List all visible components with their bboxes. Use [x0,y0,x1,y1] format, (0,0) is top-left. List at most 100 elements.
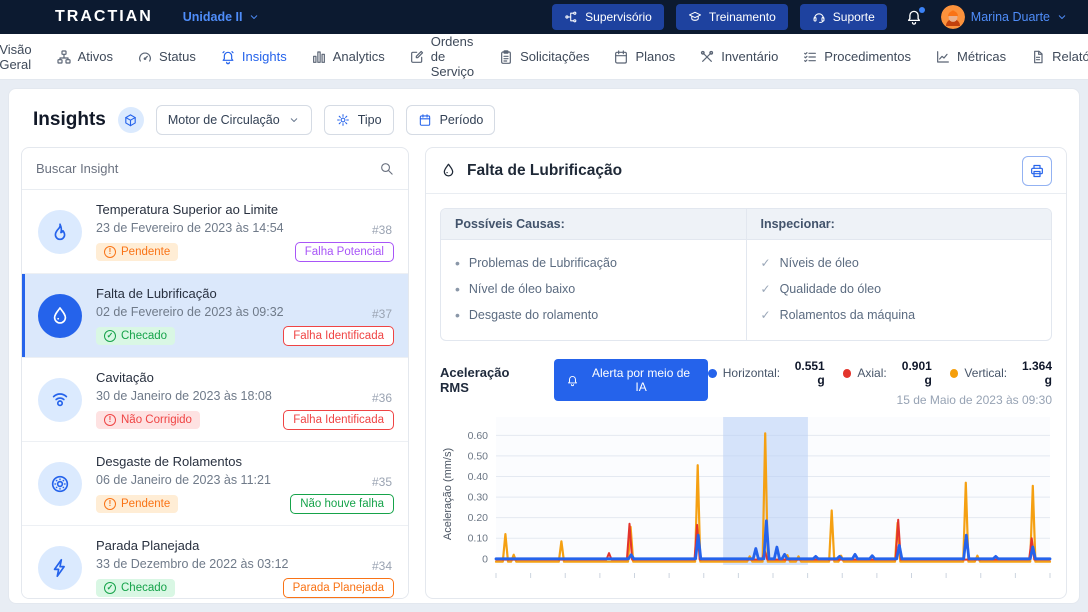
check-icon: ✓ [104,582,116,594]
nav-item-ativos[interactable]: Ativos [56,49,113,65]
insight-item-cavitacao[interactable]: Cavitação 30 de Janeiro de 2023 às 18:08… [22,358,408,442]
ai-alert-button[interactable]: Alerta por meio de IA [554,359,708,401]
edit-icon [409,49,425,65]
svg-text:0.10: 0.10 [468,533,489,545]
insight-number: #35 [372,475,392,489]
chevron-down-icon [248,11,260,23]
hierarchy-icon [56,49,72,65]
cause-item: •Problemas de Lubrificação [455,250,732,276]
print-button[interactable] [1022,156,1052,186]
notification-dot [919,7,925,13]
insight-date: 06 de Janeiro de 2023 às 11:21 [96,473,394,487]
alarm-bell-icon [220,49,236,65]
unit-selector[interactable]: Unidade II [183,10,260,24]
legend-axial: Axial:0.901 g [843,359,932,387]
insight-item-rolamentos[interactable]: Desgaste de Rolamentos 06 de Janeiro de … [22,442,408,526]
treinamento-button[interactable]: Treinamento [676,4,788,30]
fault-tag: Não houve falha [290,494,394,514]
insight-icon-wrap [38,462,82,506]
cause-item: •Desgaste do rolamento [455,302,732,328]
status-badge: !Pendente [96,495,178,513]
user-name: Marina Duarte [971,10,1050,24]
causes-header: Possíveis Causas: [441,209,747,239]
bar-chart-icon [311,49,327,65]
notifications-button[interactable] [905,8,923,26]
period-filter-button[interactable]: Período [406,105,496,135]
cause-item: •Nível de óleo baixo [455,276,732,302]
suporte-button[interactable]: Suporte [800,4,887,30]
user-menu[interactable]: Marina Duarte [941,5,1068,29]
search-icon[interactable] [379,161,394,176]
causes-inspect-table: Possíveis Causas: Inspecionar: •Problema… [440,208,1052,341]
suporte-label: Suporte [833,10,875,24]
insight-icon-wrap [38,378,82,422]
inspect-item: ✓Rolamentos da máquina [761,302,1038,328]
bell-icon [566,374,579,387]
header-actions: Supervisório Treinamento Suporte Marina … [552,4,1068,30]
flame-icon [49,221,71,243]
fault-tag: Parada Planejada [283,578,394,598]
status-badge: !Pendente [96,243,178,261]
rms-chart[interactable]: 0.600.500.400.300.200.100Aceleração (mm/… [440,415,1056,585]
inspect-item: ✓Níveis de óleo [761,250,1038,276]
svg-text:0.50: 0.50 [468,450,489,462]
insight-title: Parada Planejada [96,538,394,553]
legend-dot [843,369,852,378]
panel-header: Insights Motor de Circulação Tipo Períod… [21,101,1067,147]
nav-item-procedimentos[interactable]: Procedimentos [802,49,911,65]
clipboard-icon [498,49,514,65]
insight-date: 02 de Fevereiro de 2023 às 09:32 [96,305,394,319]
svg-text:0.20: 0.20 [468,512,489,524]
inspect-list: ✓Níveis de óleo ✓Qualidade do óleo ✓Rola… [747,240,1052,340]
svg-text:0.30: 0.30 [468,492,489,504]
avatar [941,5,965,29]
insight-date: 23 de Fevereiro de 2023 às 14:54 [96,221,394,235]
type-filter-label: Tipo [358,113,382,127]
insight-number: #36 [372,391,392,405]
nav-item-insights[interactable]: Insights [220,49,287,65]
insight-item-temperatura[interactable]: Temperatura Superior ao Limite 23 de Fev… [22,190,408,274]
status-badge: !Não Corrigido [96,411,200,429]
search-input[interactable] [36,161,379,176]
supervisorio-label: Supervisório [585,10,652,24]
nav-item-visao-geral[interactable]: Visão Geral [0,42,32,72]
legend-dot [950,369,959,378]
nav-item-status[interactable]: Status [137,49,196,65]
insight-title: Cavitação [96,370,394,385]
droplet-icon [440,162,457,179]
nav-item-ordens-de-servico[interactable]: Ordens de Serviço [409,34,474,79]
insight-item-lubrificacao[interactable]: Falta de Lubrificação 02 de Fevereiro de… [22,274,408,358]
unit-selector-label: Unidade II [183,10,243,24]
supervisorio-button[interactable]: Supervisório [552,4,664,30]
machine-filter-dropdown[interactable]: Motor de Circulação [156,105,312,135]
asset-badge [118,107,144,133]
svg-text:Aceleração (mm/s): Aceleração (mm/s) [442,448,454,540]
tractian-logo: TRACTIAN [55,8,153,26]
sitemap-icon [564,10,578,24]
type-filter-button[interactable]: Tipo [324,105,394,135]
nav-item-solicitacoes[interactable]: Solicitações [498,49,589,65]
nav-item-inventario[interactable]: Inventário [699,49,778,65]
calendar-icon [418,113,432,127]
check-icon: ✓ [761,282,771,296]
nav-item-planos[interactable]: Planos [613,49,675,65]
nav-item-analytics[interactable]: Analytics [311,49,385,65]
status-badge: ✓Checado [96,327,175,345]
insight-icon-wrap [38,546,82,590]
info-icon: ! [104,498,116,510]
nav-item-relatorios[interactable]: Relatórios [1030,49,1088,65]
printer-icon [1029,163,1045,179]
legend-horizontal: Horizontal:0.551 g [708,359,825,387]
checklist-icon [802,49,818,65]
info-icon: ! [104,246,116,258]
insight-number: #38 [372,223,392,237]
check-icon: ✓ [761,256,771,270]
insight-date: 33 de Dezembro de 2022 às 03:12 [96,557,394,571]
insight-title: Desgaste de Rolamentos [96,454,394,469]
status-badge: ✓Checado [96,579,175,597]
insight-item-parada[interactable]: Parada Planejada 33 de Dezembro de 2022 … [22,526,408,599]
fault-tag: Falha Identificada [283,410,394,430]
fault-tag: Falha Identificada [283,326,394,346]
chevron-down-icon [1056,11,1068,23]
nav-item-metricas[interactable]: Métricas [935,49,1006,65]
